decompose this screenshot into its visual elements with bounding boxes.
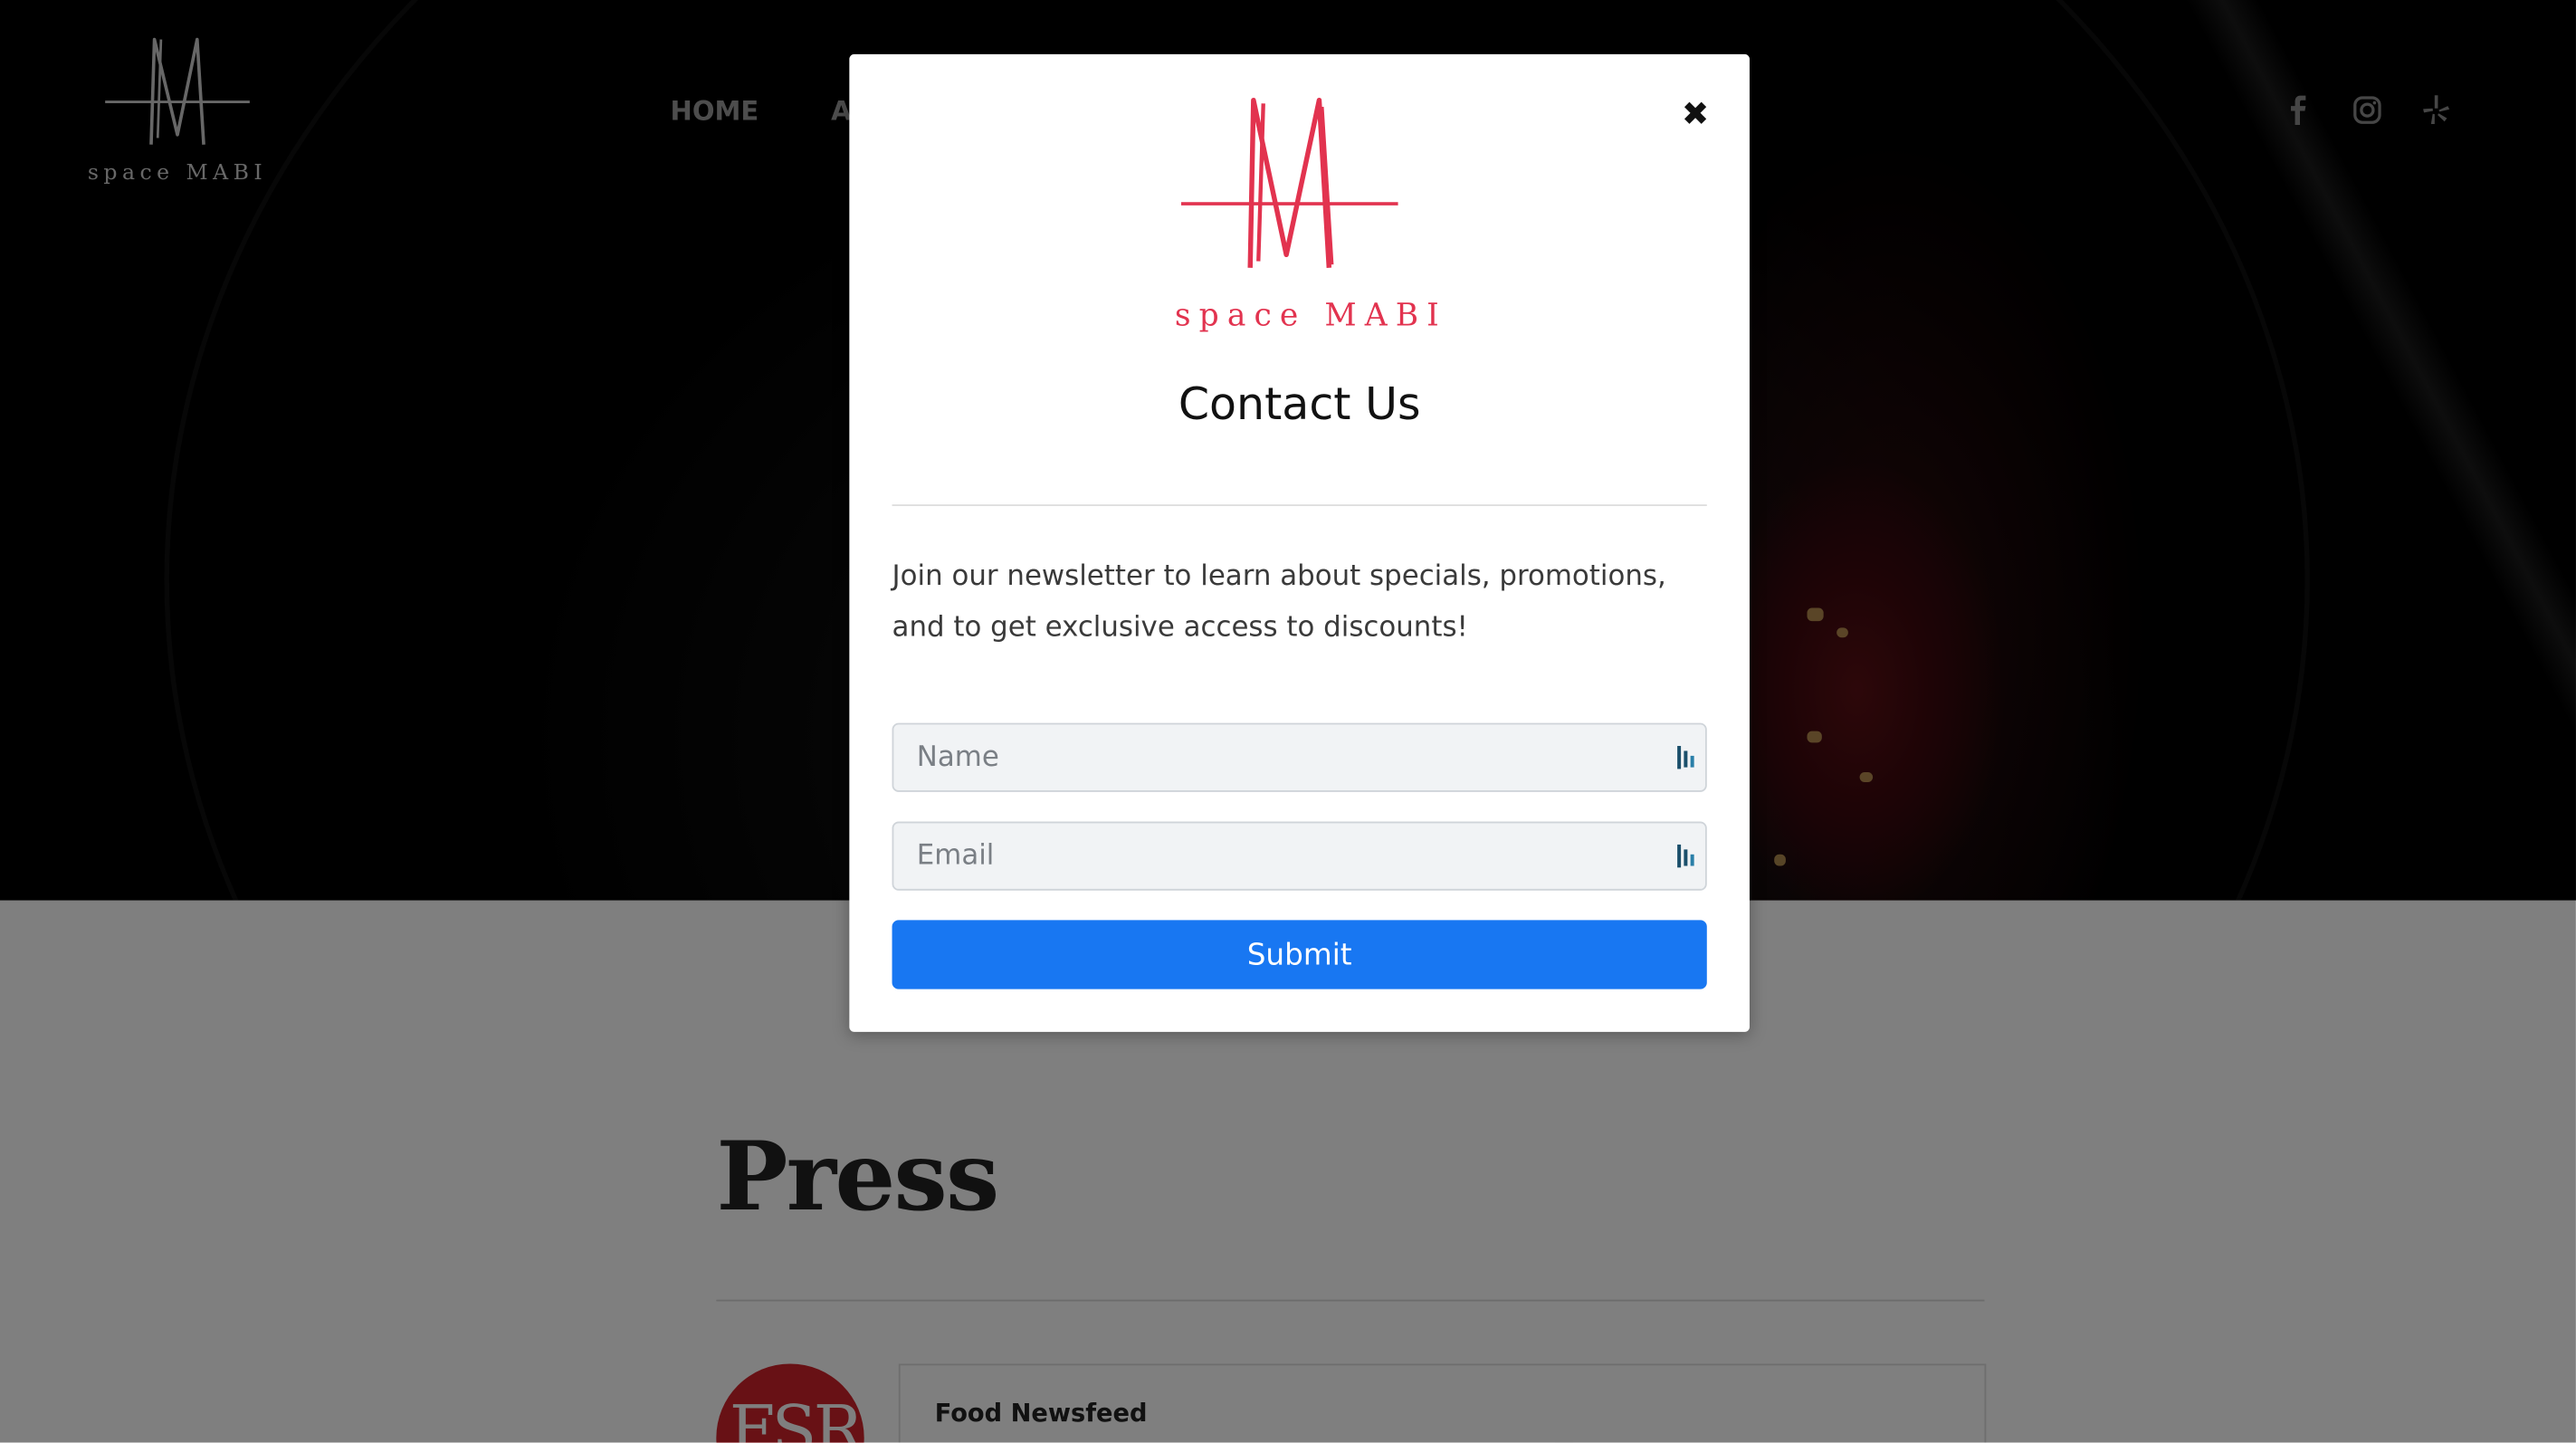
form-autofill-icon[interactable] [1675,744,1698,770]
modal-description: Join our newsletter to learn about speci… [892,559,1666,645]
modal-logo: space MABI [849,91,1750,337]
email-input[interactable] [892,821,1707,891]
modal-title: Contact Us [1178,379,1421,431]
name-input[interactable] [892,722,1707,792]
form-autofill-icon[interactable] [1675,843,1698,869]
contact-modal: ✖ space MABI Contact Us Join our newslet… [849,53,1750,1032]
submit-button[interactable]: Submit [892,920,1707,989]
modal-logo-text: space MABI [1174,297,1447,334]
modal-divider [892,504,1707,507]
logo-m-mark [1180,97,1398,269]
page: space MABI HOME AB Press FSR Food Newsfe… [0,0,2576,1443]
